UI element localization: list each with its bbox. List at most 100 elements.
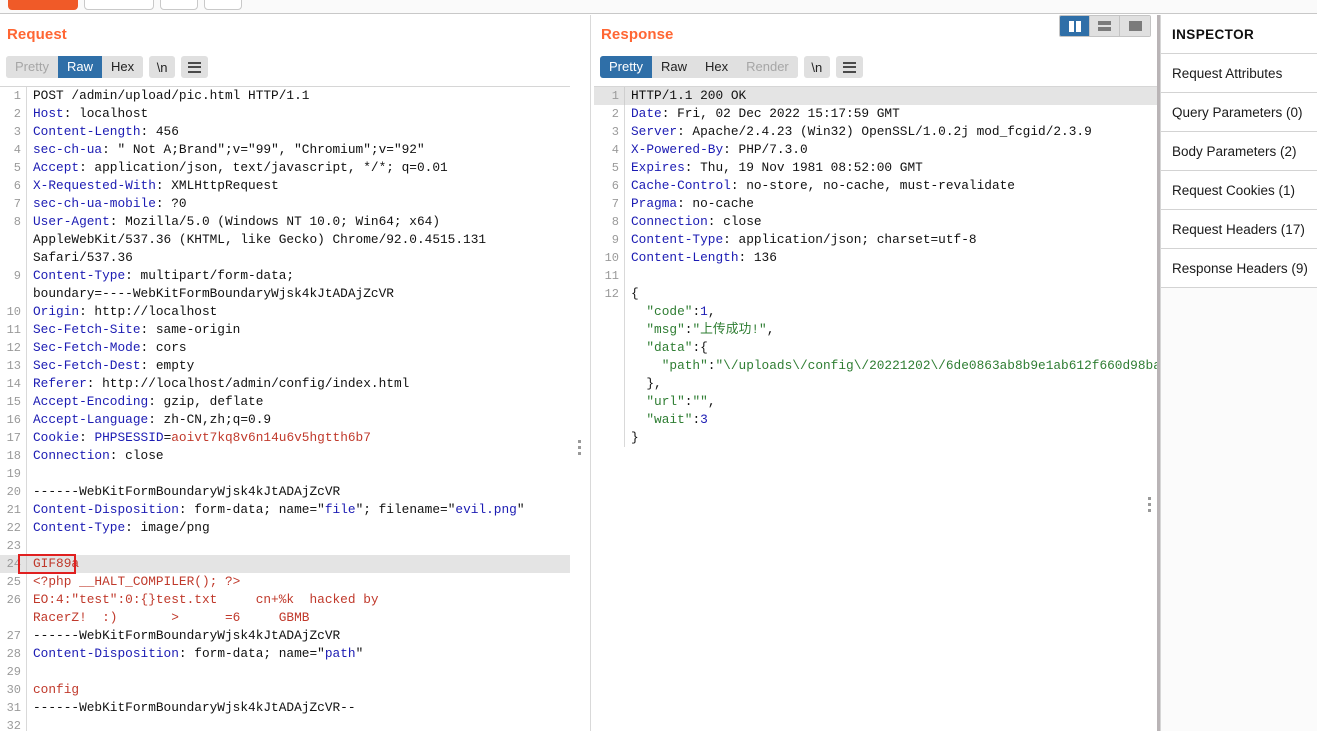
line-number: 21 [6,503,21,517]
line-number: 17 [6,431,21,445]
request-line: 28 Content-Disposition: form-data; name="… [0,645,570,663]
line-number: 3 [611,125,619,139]
line-number: 15 [6,395,21,409]
response-newline-button[interactable]: \n [803,56,830,78]
request-line: 26 EO:4:"test":0:{}test.txt cn+%k hacked … [0,591,570,609]
line-content: "url":"", [624,393,1157,411]
request-tab-pretty: Pretty [6,56,58,78]
line-content: X-Requested-With: XMLHttpRequest [26,177,570,195]
response-tab-raw[interactable]: Raw [651,56,696,78]
line-number: 10 [604,251,619,265]
response-line: 2 Date: Fri, 02 Dec 2022 15:17:59 GMT [594,105,1157,123]
top-toolbar-strip [0,0,1317,14]
request-line: 21 Content-Disposition: form-data; name="… [0,501,570,519]
line-content: POST /admin/upload/pic.html HTTP/1.1 [26,87,570,105]
response-menu-button[interactable] [835,56,863,78]
line-content: Pragma: no-cache [624,195,1157,213]
request-tabstrip: Pretty Raw Hex \n [6,56,209,78]
line-content [624,267,1157,285]
line-number: 16 [6,413,21,427]
request-editor[interactable]: 1 POST /admin/upload/pic.html HTTP/1.1 2 Ho… [0,86,570,731]
inspector-row-request-attributes[interactable]: Request Attributes [1161,54,1317,93]
request-line: 14 Referer: http://localhost/admin/config… [0,375,570,393]
line-number: 28 [6,647,21,661]
line-number: 5 [13,161,21,175]
request-tab-raw[interactable]: Raw [57,56,102,78]
request-line: 23 [0,537,570,555]
request-menu-button[interactable] [181,56,209,78]
line-number: 25 [6,575,21,589]
line-content: Content-Type: multipart/form-data; [26,267,570,285]
line-number [0,231,26,249]
inspector-row-request-cookies[interactable]: Request Cookies (1) [1161,171,1317,210]
cancel-button[interactable] [84,0,154,10]
line-number [594,429,624,447]
line-number: 27 [6,629,21,643]
splitter-line [590,15,591,731]
line-content: Date: Fri, 02 Dec 2022 15:17:59 GMT [624,105,1157,123]
line-content: Content-Type: image/png [26,519,570,537]
request-newline-button[interactable]: \n [149,56,176,78]
request-line: 27 ------WebKitFormBoundaryWjsk4kJtADAjZc… [0,627,570,645]
line-number: 22 [6,521,21,535]
response-line: 11 [594,267,1157,285]
response-line: "path":"\/uploads\/config\/20221202\/6de… [594,357,1157,375]
request-code-lines[interactable]: 1 POST /admin/upload/pic.html HTTP/1.1 2 Ho… [0,87,570,731]
response-line: 9 Content-Type: application/json; charset… [594,231,1157,249]
line-number [0,249,26,267]
inspector-row-query-parameters[interactable]: Query Parameters (0) [1161,93,1317,132]
line-content: AppleWebKit/537.36 (KHTML, like Gecko) C… [26,231,570,249]
line-number: 8 [611,215,619,229]
response-line: "wait":3 [594,411,1157,429]
inspector-row-body-parameters[interactable]: Body Parameters (2) [1161,132,1317,171]
line-content: Sec-Fetch-Site: same-origin [26,321,570,339]
line-content [26,465,570,483]
send-button[interactable] [8,0,78,10]
request-line: 16 Accept-Language: zh-CN,zh;q=0.9 [0,411,570,429]
forward-nav-button[interactable] [204,0,242,10]
response-code-lines[interactable]: 1 HTTP/1.1 200 OK 2 Date: Fri, 02 Dec 2022 … [594,87,1157,447]
response-pane-title: Response [601,26,674,43]
line-number: 7 [611,197,619,211]
response-tab-pretty[interactable]: Pretty [600,56,652,78]
response-pane: Response Pretty Raw Hex Render \n 1 HTTP/1.1… [594,15,1157,731]
line-content: GIF89a [26,555,570,573]
line-content: Referer: http://localhost/admin/config/i… [26,375,570,393]
line-content: User-Agent: Mozilla/5.0 (Windows NT 10.0… [26,213,570,231]
line-content: "data":{ [624,339,1157,357]
line-content: Accept: application/json, text/javascrip… [26,159,570,177]
line-number: 12 [6,341,21,355]
line-content: Sec-Fetch-Mode: cors [26,339,570,357]
request-line: 1 POST /admin/upload/pic.html HTTP/1.1 [0,87,570,105]
request-line: 2 Host: localhost [0,105,570,123]
request-line: 25 <?php __HALT_COMPILER(); ?> [0,573,570,591]
request-response-splitter[interactable] [570,15,594,731]
inspector-row-response-headers[interactable]: Response Headers (9) [1161,249,1317,288]
response-tab-hex[interactable]: Hex [695,56,738,78]
line-number [594,303,624,321]
stacked-view-button[interactable] [1090,16,1120,36]
request-line: 18 Connection: close [0,447,570,465]
single-view-button[interactable] [1120,16,1150,36]
line-content: EO:4:"test":0:{}test.txt cn+%k hacked by [26,591,570,609]
response-line: "msg":"上传成功!", [594,321,1157,339]
response-drag-handle[interactable] [1148,497,1151,512]
response-editor[interactable]: 1 HTTP/1.1 200 OK 2 Date: Fri, 02 Dec 2022 … [594,86,1157,731]
repeater-workspace: Request Pretty Raw Hex \n 1 POST /admin/upl… [0,15,1317,731]
request-format-tabs: Pretty Raw Hex [6,56,144,78]
response-line: 5 Expires: Thu, 19 Nov 1981 08:52:00 GMT [594,159,1157,177]
request-line: 19 [0,465,570,483]
inspector-row-request-headers[interactable]: Request Headers (17) [1161,210,1317,249]
split-view-button[interactable] [1060,16,1090,36]
splitter-drag-handle[interactable] [578,440,581,455]
line-content: Server: Apache/2.4.23 (Win32) OpenSSL/1.… [624,123,1157,141]
line-content: Content-Length: 456 [26,123,570,141]
back-nav-button[interactable] [160,0,198,10]
line-content: config [26,681,570,699]
line-content: sec-ch-ua: " Not A;Brand";v="99", "Chrom… [26,141,570,159]
line-content: Content-Disposition: form-data; name="pa… [26,645,570,663]
line-number: 8 [13,215,21,229]
request-tab-hex[interactable]: Hex [101,56,144,78]
line-number [594,411,624,429]
response-line: 12 { [594,285,1157,303]
